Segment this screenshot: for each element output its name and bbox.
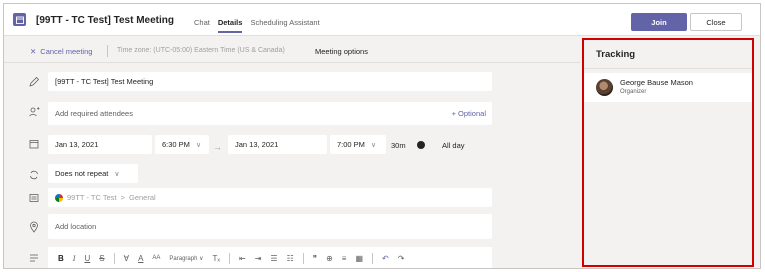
tab-details[interactable]: Details bbox=[217, 18, 242, 33]
title-field-value: [99TT - TC Test] Test Meeting bbox=[55, 77, 154, 86]
bulleted-list-button[interactable]: ☰ bbox=[270, 254, 277, 263]
toolbar-divider bbox=[302, 252, 304, 264]
indent-button[interactable]: ⇥ bbox=[255, 254, 262, 263]
cancel-meeting-label: Cancel meeting bbox=[40, 47, 93, 56]
meeting-subbar: ✕ Cancel meeting Time zone: (UTC-05:00) E… bbox=[4, 37, 580, 63]
all-day-toggle[interactable] bbox=[417, 141, 425, 149]
duration-label: 30m bbox=[391, 141, 406, 150]
repeat-value: Does not repeat bbox=[55, 169, 109, 178]
channel-field[interactable]: 99TT - TC Test > General bbox=[48, 188, 492, 207]
location-input[interactable]: Add location bbox=[48, 214, 492, 239]
clear-formatting-button[interactable]: Tₓ bbox=[213, 254, 221, 263]
tab-chat[interactable]: Chat bbox=[194, 18, 210, 33]
italic-button[interactable]: I bbox=[73, 254, 76, 263]
font-size-button[interactable]: AA bbox=[152, 255, 160, 261]
divider bbox=[584, 68, 752, 69]
align-button[interactable]: ≡ bbox=[342, 254, 347, 263]
strikethrough-button[interactable]: S bbox=[99, 254, 104, 263]
close-button[interactable]: Close bbox=[690, 13, 742, 31]
attendees-input[interactable]: Add required attendees + Optional bbox=[48, 102, 492, 125]
end-date-value: Jan 13, 2021 bbox=[235, 140, 279, 149]
close-icon: ✕ bbox=[30, 47, 37, 56]
link-button[interactable]: ⊕ bbox=[326, 254, 333, 263]
channel-team-name: 99TT - TC Test bbox=[67, 193, 117, 202]
channel-name: General bbox=[129, 193, 156, 202]
tab-scheduling-assistant[interactable]: Scheduling Assistant bbox=[250, 18, 319, 33]
toolbar-divider bbox=[113, 252, 115, 264]
format-toolbar: B I U S ∀ A AA Paragraph ∨ Tₓ ⇤ ⇥ ☰ ☷ ❞ … bbox=[48, 247, 492, 268]
divider bbox=[107, 45, 108, 57]
chevron-down-icon: ∨ bbox=[195, 141, 202, 149]
start-date-picker[interactable]: Jan 13, 2021 bbox=[48, 135, 152, 154]
repeat-icon bbox=[28, 169, 40, 181]
redo-button[interactable]: ↷ bbox=[398, 254, 405, 263]
end-date-picker[interactable]: Jan 13, 2021 bbox=[228, 135, 327, 154]
avatar bbox=[596, 79, 613, 96]
outdent-button[interactable]: ⇤ bbox=[239, 254, 246, 263]
paragraph-dropdown[interactable]: Paragraph ∨ bbox=[169, 255, 203, 262]
title-field[interactable]: [99TT - TC Test] Test Meeting bbox=[48, 72, 492, 91]
attendees-placeholder: Add required attendees bbox=[55, 109, 133, 118]
chevron-down-icon: ∨ bbox=[114, 170, 120, 178]
toolbar-divider bbox=[372, 252, 374, 264]
details-icon bbox=[28, 252, 40, 264]
end-time-picker[interactable]: 7:00 PM ∨ bbox=[330, 135, 386, 154]
highlight-button[interactable]: ∀ bbox=[124, 254, 129, 263]
cancel-meeting-button[interactable]: ✕ Cancel meeting bbox=[30, 47, 92, 56]
pencil-icon bbox=[28, 76, 40, 88]
meeting-tabs: Chat Details Scheduling Assistant bbox=[194, 18, 320, 33]
font-color-button[interactable]: A bbox=[138, 254, 143, 263]
toolbar-divider bbox=[229, 252, 231, 264]
meeting-title: [99TT - TC Test] Test Meeting bbox=[36, 15, 174, 26]
location-placeholder: Add location bbox=[55, 222, 97, 231]
tracking-panel: Tracking George Bause Mason Organizer bbox=[582, 38, 754, 267]
undo-button[interactable]: ↶ bbox=[382, 254, 389, 263]
location-pin-icon bbox=[28, 221, 40, 233]
meeting-header: [99TT - TC Test] Test Meeting Chat Detai… bbox=[4, 4, 760, 36]
calendar-date-icon bbox=[28, 138, 40, 150]
meeting-window: [99TT - TC Test] Test Meeting Chat Detai… bbox=[3, 3, 761, 269]
timezone-label: Time zone: (UTC-05:00) Eastern Time (US … bbox=[117, 47, 285, 54]
team-logo-icon bbox=[55, 193, 63, 202]
quote-button[interactable]: ❞ bbox=[313, 254, 317, 263]
join-button[interactable]: Join bbox=[631, 13, 687, 31]
attendee-name: George Bause Mason bbox=[620, 78, 693, 87]
start-date-value: Jan 13, 2021 bbox=[55, 140, 99, 149]
start-time-picker[interactable]: 6:30 PM ∨ bbox=[155, 135, 209, 154]
tracking-title: Tracking bbox=[596, 49, 636, 60]
end-time-value: 7:00 PM bbox=[337, 140, 365, 149]
add-people-icon bbox=[28, 106, 40, 118]
add-optional-attendees-link[interactable]: + Optional bbox=[452, 109, 486, 118]
meeting-options-link[interactable]: Meeting options bbox=[315, 47, 368, 56]
arrow-right-icon: → bbox=[213, 142, 222, 152]
underline-button[interactable]: U bbox=[84, 254, 90, 263]
repeat-dropdown[interactable]: Does not repeat ∨ bbox=[48, 164, 138, 183]
channel-icon bbox=[28, 192, 40, 204]
attendee-role: Organizer bbox=[620, 89, 647, 95]
all-day-label: All day bbox=[442, 141, 465, 150]
table-button[interactable]: ▦ bbox=[355, 254, 363, 263]
start-time-value: 6:30 PM bbox=[162, 140, 190, 149]
attendee-row[interactable]: George Bause Mason Organizer bbox=[584, 73, 752, 102]
channel-separator: > bbox=[120, 193, 125, 202]
numbered-list-button[interactable]: ☷ bbox=[287, 254, 294, 263]
chevron-down-icon: ∨ bbox=[370, 141, 377, 149]
bold-button[interactable]: B bbox=[58, 254, 64, 263]
calendar-icon bbox=[13, 13, 26, 26]
